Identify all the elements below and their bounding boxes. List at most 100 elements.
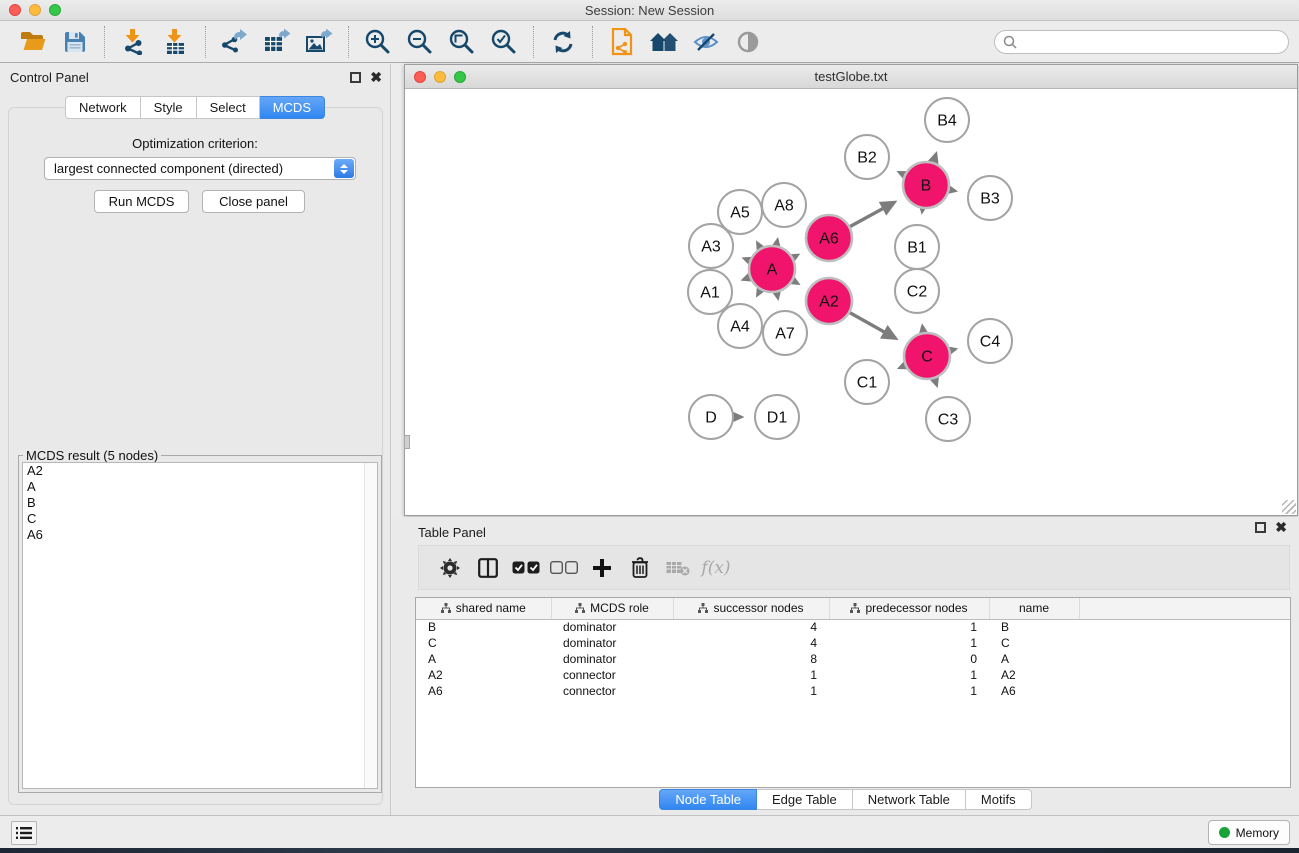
network-window-titlebar[interactable]: testGlobe.txt bbox=[405, 65, 1297, 89]
tab-mcds[interactable]: MCDS bbox=[260, 96, 325, 119]
graph-node-A2[interactable]: A2 bbox=[806, 278, 852, 324]
table-row[interactable]: A6connector11A6 bbox=[416, 683, 1290, 699]
close-panel-icon[interactable]: ✖ bbox=[370, 72, 382, 83]
table-tab-edge-table[interactable]: Edge Table bbox=[757, 789, 853, 810]
tab-style[interactable]: Style bbox=[141, 96, 197, 119]
desktop-background bbox=[0, 848, 1299, 853]
deselect-all-checkboxes-icon[interactable] bbox=[547, 553, 581, 583]
graph-node-A6[interactable]: A6 bbox=[806, 215, 852, 261]
table-row[interactable]: Bdominator41B bbox=[416, 619, 1290, 635]
search-field[interactable] bbox=[994, 30, 1289, 54]
save-session-icon[interactable] bbox=[59, 26, 91, 58]
node-table[interactable]: shared nameMCDS rolesuccessor nodesprede… bbox=[415, 597, 1291, 788]
hide-panel-eye-icon[interactable] bbox=[690, 26, 722, 58]
svg-text:A3: A3 bbox=[701, 239, 721, 256]
graph-node-B3[interactable]: B3 bbox=[968, 176, 1012, 220]
table-tab-network-table[interactable]: Network Table bbox=[853, 789, 966, 810]
delete-column-trash-icon[interactable] bbox=[623, 553, 657, 583]
result-item-a2[interactable]: A2 bbox=[23, 463, 377, 479]
add-column-icon[interactable] bbox=[585, 553, 619, 583]
graph-node-A[interactable]: A bbox=[749, 246, 795, 292]
graph-node-C1[interactable]: C1 bbox=[845, 360, 889, 404]
search-input[interactable] bbox=[1022, 33, 1288, 51]
graph-node-A1[interactable]: A1 bbox=[688, 270, 732, 314]
result-list-scrollbar[interactable] bbox=[364, 463, 377, 788]
graph-node-A4[interactable]: A4 bbox=[718, 304, 762, 348]
graph-node-B4[interactable]: B4 bbox=[925, 98, 969, 142]
column-header-successor-nodes[interactable]: successor nodes bbox=[673, 598, 829, 619]
graph-edge-A6-B[interactable] bbox=[849, 202, 894, 227]
home-icon[interactable] bbox=[648, 26, 680, 58]
import-network-icon[interactable] bbox=[118, 26, 150, 58]
mcds-result-list[interactable]: A2ABCA6 bbox=[22, 462, 378, 789]
dropdown-selected-value: largest connected component (directed) bbox=[45, 161, 334, 176]
result-item-a6[interactable]: A6 bbox=[23, 527, 377, 543]
import-table-icon[interactable] bbox=[160, 26, 192, 58]
result-item-c[interactable]: C bbox=[23, 511, 377, 527]
task-history-button[interactable] bbox=[11, 821, 37, 845]
open-file-icon[interactable] bbox=[17, 26, 49, 58]
graph-node-C3[interactable]: C3 bbox=[926, 397, 970, 441]
close-panel-button[interactable]: Close panel bbox=[202, 190, 305, 213]
zoom-selected-icon[interactable] bbox=[488, 26, 520, 58]
graph-node-B2[interactable]: B2 bbox=[845, 135, 889, 179]
column-header-mcds-role[interactable]: MCDS role bbox=[551, 598, 673, 619]
table-row[interactable]: A2connector11A2 bbox=[416, 667, 1290, 683]
tab-network[interactable]: Network bbox=[65, 96, 141, 119]
window-resize-grip[interactable] bbox=[1282, 500, 1296, 514]
graph-edge-B-B4[interactable] bbox=[933, 154, 936, 163]
run-mcds-button[interactable]: Run MCDS bbox=[94, 190, 189, 213]
graph-node-D[interactable]: D bbox=[689, 395, 733, 439]
table-tab-motifs[interactable]: Motifs bbox=[966, 789, 1032, 810]
zoom-fit-content-icon[interactable] bbox=[446, 26, 478, 58]
export-table-icon[interactable] bbox=[261, 26, 293, 58]
table-row[interactable]: Cdominator41C bbox=[416, 635, 1290, 651]
network-canvas[interactable]: B4 B2 B B3 A8A5 A6 B1 A3 A C2 A1 A2 A4A7 C4 C C1 D D1 C3 bbox=[405, 89, 1297, 515]
show-panel-eye-icon[interactable] bbox=[732, 26, 764, 58]
graph-node-A3[interactable]: A3 bbox=[689, 224, 733, 268]
zoom-out-icon[interactable] bbox=[404, 26, 436, 58]
result-item-b[interactable]: B bbox=[23, 495, 377, 511]
control-panel-tabs: NetworkStyleSelectMCDS bbox=[0, 96, 390, 119]
status-bar: Memory bbox=[0, 815, 1299, 848]
graph-node-B1[interactable]: B1 bbox=[895, 225, 939, 269]
graph-node-A8[interactable]: A8 bbox=[762, 183, 806, 227]
column-header-name[interactable]: name bbox=[989, 598, 1079, 619]
table-options-gear-icon[interactable] bbox=[433, 553, 467, 583]
float-table-panel-icon[interactable] bbox=[1255, 522, 1266, 533]
graph-node-A5[interactable]: A5 bbox=[718, 190, 762, 234]
splitter-grip[interactable] bbox=[404, 435, 410, 449]
function-builder-icon[interactable]: f(x) bbox=[699, 553, 733, 583]
graph-edge-A2-C[interactable] bbox=[849, 312, 896, 338]
graph-node-B[interactable]: B bbox=[903, 162, 949, 208]
tab-select[interactable]: Select bbox=[197, 96, 260, 119]
optimization-criterion-label: Optimization criterion: bbox=[0, 136, 390, 151]
refresh-icon[interactable] bbox=[547, 26, 579, 58]
export-network-icon[interactable] bbox=[219, 26, 251, 58]
select-all-checkboxes-icon[interactable] bbox=[509, 553, 543, 583]
svg-text:B2: B2 bbox=[857, 150, 877, 167]
close-table-panel-icon[interactable]: ✖ bbox=[1275, 522, 1287, 533]
column-layout-icon[interactable] bbox=[471, 553, 505, 583]
graph-node-D1[interactable]: D1 bbox=[755, 395, 799, 439]
result-item-a[interactable]: A bbox=[23, 479, 377, 495]
column-header-shared-name[interactable]: shared name bbox=[416, 598, 551, 619]
table-tab-node-table[interactable]: Node Table bbox=[659, 789, 757, 810]
memory-label: Memory bbox=[1236, 826, 1279, 840]
graph-node-A7[interactable]: A7 bbox=[763, 311, 807, 355]
column-header-predecessor-nodes[interactable]: predecessor nodes bbox=[829, 598, 989, 619]
graph-node-C2[interactable]: C2 bbox=[895, 269, 939, 313]
memory-button[interactable]: Memory bbox=[1208, 820, 1290, 845]
graph-node-C[interactable]: C bbox=[904, 333, 950, 379]
session-title: Session: New Session bbox=[0, 3, 1299, 18]
mcds-result-title: MCDS result (5 nodes) bbox=[23, 448, 161, 463]
new-session-icon[interactable] bbox=[606, 26, 638, 58]
optimization-criterion-dropdown[interactable]: largest connected component (directed) bbox=[44, 157, 356, 180]
graph-node-C4[interactable]: C4 bbox=[968, 319, 1012, 363]
svg-text:C4: C4 bbox=[980, 334, 1001, 351]
delete-table-icon[interactable] bbox=[661, 553, 695, 583]
export-image-icon[interactable] bbox=[303, 26, 335, 58]
zoom-in-icon[interactable] bbox=[362, 26, 394, 58]
float-panel-icon[interactable] bbox=[350, 72, 361, 83]
table-row[interactable]: Adominator80A bbox=[416, 651, 1290, 667]
